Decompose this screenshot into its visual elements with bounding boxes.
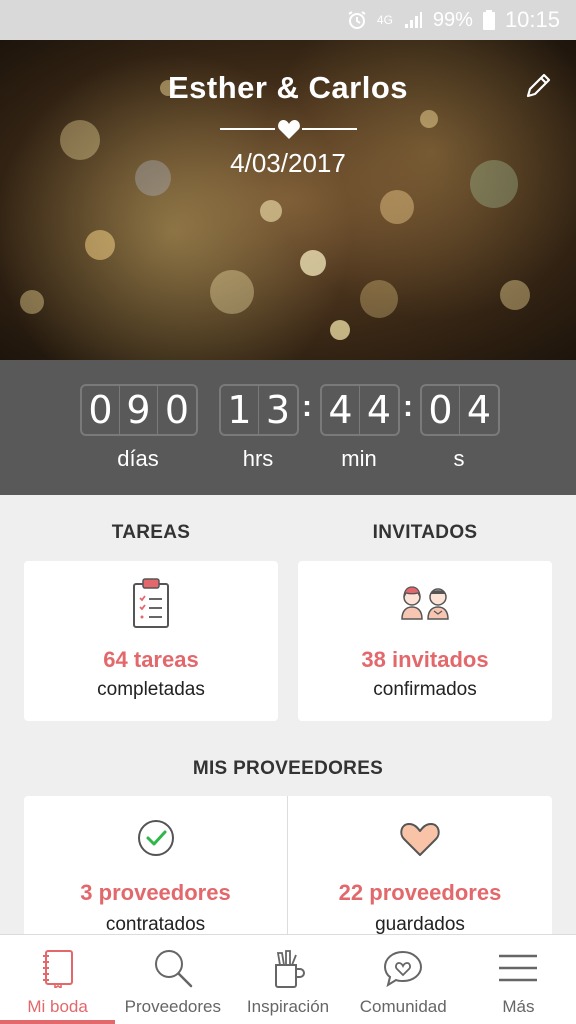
minutes-label: min (341, 446, 377, 471)
search-icon (150, 945, 196, 991)
nav-inspiracion[interactable]: Inspiración (230, 935, 345, 1024)
notebook-icon (35, 945, 81, 991)
guests-title: INVITADOS (372, 522, 478, 543)
clock: 10:15 (504, 7, 560, 32)
signal-icon (403, 10, 423, 30)
hired-vendors[interactable]: 3 proveedores contratados (24, 796, 288, 946)
chat-heart-icon (380, 945, 426, 991)
minutes-digit: 4 (366, 388, 392, 432)
hired-count: 3 proveedores (80, 880, 231, 905)
status-bar: 4G 99% 10:15 (0, 0, 576, 40)
countdown-minutes: 4 4 (320, 384, 400, 436)
tasks-title: TAREAS (111, 522, 191, 543)
heart-icon (278, 120, 300, 139)
nav-mas[interactable]: Más (461, 935, 576, 1024)
hired-subtitle: contratados (105, 914, 206, 935)
bottom-nav: Mi boda Proveedores Inspiración Comunida… (0, 934, 576, 1024)
saved-subtitle: guardados (375, 914, 465, 935)
nav-label: Más (502, 997, 535, 1016)
tasks-count: 64 tareas (103, 647, 199, 672)
countdown-seconds: 0 4 (420, 384, 500, 436)
hours-digit: 3 (265, 388, 291, 432)
hours-digit: 1 (221, 386, 259, 434)
days-label: días (117, 446, 159, 471)
tasks-subtitle: completadas (97, 679, 205, 700)
days-digit: 9 (120, 386, 158, 434)
countdown-days: 0 9 0 (80, 384, 198, 436)
guests-card[interactable]: 38 invitados confirmados (298, 561, 552, 721)
pencil-icon[interactable] (522, 70, 554, 102)
countdown: 0 9 0 1 3 : 4 4 : 0 4 días hrs min s (0, 360, 576, 495)
minutes-digit: 4 (322, 386, 360, 434)
menu-icon (495, 945, 541, 991)
hero-divider (220, 118, 357, 142)
nav-label: Proveedores (124, 997, 221, 1016)
tasks-card[interactable]: 64 tareas completadas (24, 561, 278, 721)
clipboard-icon (131, 577, 171, 634)
hours-label: hrs (242, 446, 274, 471)
wedding-date: 4/03/2017 (230, 148, 346, 178)
vendors-card: 3 proveedores contratados 22 proveedores… (24, 796, 552, 946)
days-digit: 0 (164, 388, 190, 432)
check-circle-icon (136, 818, 176, 863)
nav-mi-boda[interactable]: Mi boda (0, 935, 116, 1024)
couple-icon (398, 581, 452, 626)
heart-icon (399, 820, 441, 863)
guests-count: 38 invitados (361, 647, 489, 672)
time-separator: : (403, 390, 413, 423)
nav-label: Mi boda (27, 997, 88, 1016)
saved-vendors[interactable]: 22 proveedores guardados (288, 796, 552, 946)
time-separator: : (302, 390, 312, 423)
battery-percent: 99% (432, 8, 473, 31)
seconds-digit: 0 (422, 386, 460, 434)
hero-banner: Esther & Carlos 4/03/2017 (0, 40, 576, 360)
nav-comunidad[interactable]: Comunidad (346, 935, 461, 1024)
days-digit: 0 (82, 386, 120, 434)
pencil-cup-icon (265, 945, 311, 991)
alarm-icon (347, 10, 367, 30)
nav-label: Inspiración (246, 997, 330, 1016)
nav-proveedores[interactable]: Proveedores (115, 935, 230, 1024)
nav-label: Comunidad (359, 997, 447, 1016)
vendors-title: MIS PROVEEDORES (192, 758, 384, 779)
signal-label: 4G (376, 13, 393, 27)
seconds-digit: 4 (466, 388, 492, 432)
saved-count: 22 proveedores (338, 880, 502, 905)
battery-icon (482, 10, 495, 30)
countdown-hours: 1 3 (219, 384, 299, 436)
seconds-label: s (453, 446, 465, 471)
guests-subtitle: confirmados (373, 679, 477, 700)
couple-names: Esther & Carlos (167, 70, 409, 105)
